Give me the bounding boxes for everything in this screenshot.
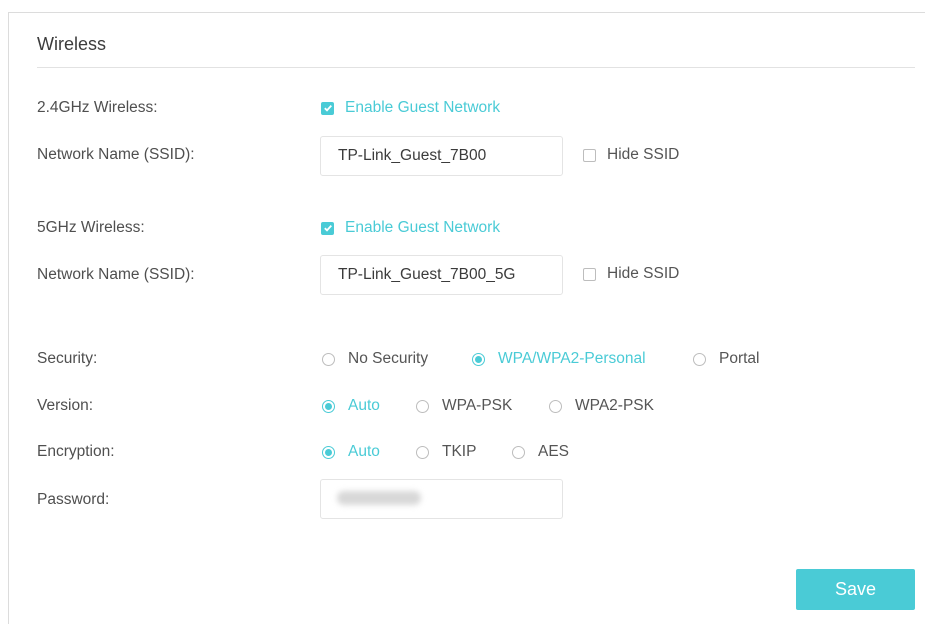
section-title: Wireless [37, 34, 107, 54]
band24-hide-ssid-label: Hide SSID [607, 146, 680, 163]
encryption-option-aes[interactable]: AES [512, 443, 569, 461]
band24-enable-guest-label: Enable Guest Network [345, 99, 501, 116]
band24-ssid-input[interactable] [320, 136, 563, 176]
security-option-label: No Security [348, 350, 429, 367]
band24-hide-ssid-checkbox[interactable]: Hide SSID [583, 146, 679, 164]
band5-label: 5GHz Wireless: [37, 219, 145, 236]
security-label: Security: [37, 350, 98, 367]
band24-label: 2.4GHz Wireless: [37, 99, 158, 116]
save-button[interactable]: Save [796, 569, 915, 610]
section-divider [37, 67, 915, 68]
band5-hide-ssid-label: Hide SSID [607, 265, 680, 282]
radio-unchecked-icon [512, 445, 525, 459]
encryption-option-label: TKIP [442, 443, 477, 460]
radio-unchecked-icon [416, 399, 429, 413]
checkbox-unchecked-icon [583, 148, 596, 162]
checkbox-checked-icon [321, 101, 334, 115]
radio-unchecked-icon [549, 399, 562, 413]
version-option-label: Auto [348, 397, 380, 414]
encryption-label: Encryption: [37, 443, 115, 460]
radio-checked-icon [472, 352, 485, 366]
version-option-wpa2-psk[interactable]: WPA2-PSK [549, 397, 654, 415]
security-option-wpa-personal[interactable]: WPA/WPA2-Personal [472, 350, 646, 368]
encryption-option-label: AES [538, 443, 570, 460]
radio-unchecked-icon [322, 352, 335, 366]
security-option-label: Portal [719, 350, 760, 367]
radio-unchecked-icon [693, 352, 706, 366]
radio-checked-icon [322, 399, 335, 413]
security-option-portal[interactable]: Portal [693, 350, 760, 368]
radio-checked-icon [322, 445, 335, 459]
encryption-option-label: Auto [348, 443, 380, 460]
security-option-no-security[interactable]: No Security [322, 350, 428, 368]
password-label: Password: [37, 491, 110, 508]
security-option-label: WPA/WPA2-Personal [498, 350, 646, 367]
band5-ssid-input[interactable] [320, 255, 563, 295]
band5-hide-ssid-checkbox[interactable]: Hide SSID [583, 265, 679, 283]
radio-unchecked-icon [416, 445, 429, 459]
password-obscured-value [337, 491, 421, 505]
band24-ssid-label: Network Name (SSID): [37, 146, 195, 163]
version-label: Version: [37, 397, 94, 414]
encryption-option-auto[interactable]: Auto [322, 443, 380, 461]
version-option-label: WPA2-PSK [575, 397, 654, 414]
band5-enable-guest-label: Enable Guest Network [345, 219, 501, 236]
band24-enable-guest-checkbox[interactable]: Enable Guest Network [321, 99, 500, 117]
checkbox-checked-icon [321, 221, 334, 235]
version-option-label: WPA-PSK [442, 397, 513, 414]
encryption-option-tkip[interactable]: TKIP [416, 443, 476, 461]
version-option-auto[interactable]: Auto [322, 397, 380, 415]
version-option-wpa-psk[interactable]: WPA-PSK [416, 397, 512, 415]
checkbox-unchecked-icon [583, 267, 596, 281]
band5-ssid-label: Network Name (SSID): [37, 266, 195, 283]
band5-enable-guest-checkbox[interactable]: Enable Guest Network [321, 219, 500, 237]
